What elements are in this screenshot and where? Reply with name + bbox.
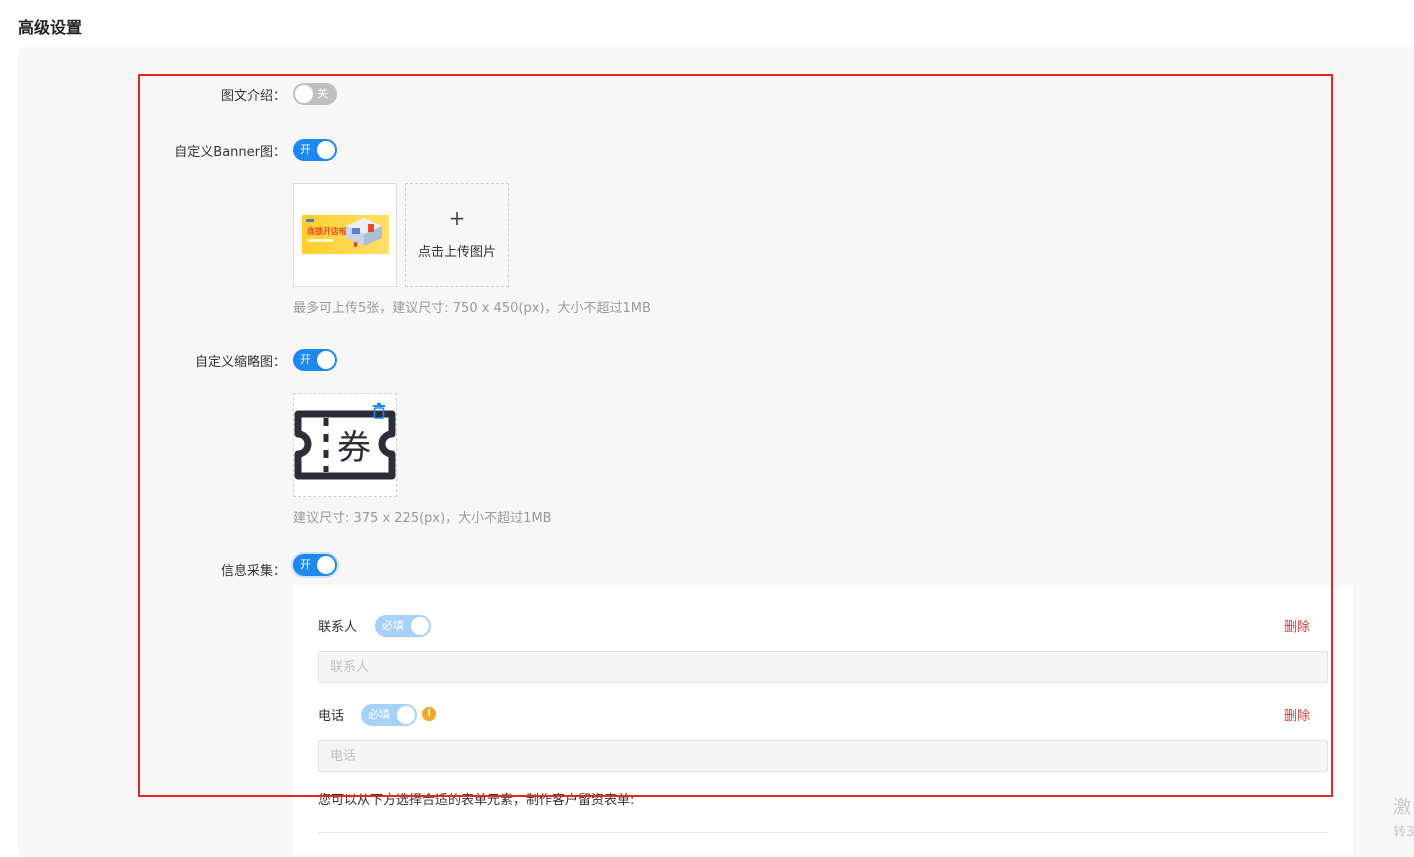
thumbnail-hint: 建议尺寸: 375 x 225(px)，大小不超过1MB: [293, 511, 552, 526]
banner-label: 自定义Banner图：: [174, 145, 286, 160]
toggle-text: 开: [300, 558, 311, 571]
intro-label: 图文介绍：: [220, 89, 286, 104]
banner-image-text: 连锁开店啦: [307, 226, 347, 236]
toggle-text: 关: [317, 87, 328, 100]
toggle-text: 开: [300, 353, 311, 366]
upload-text: 点击上传图片: [417, 245, 496, 260]
toggle-text: 必填: [382, 619, 404, 632]
divider: [318, 832, 1328, 833]
thumbnail-label: 自定义缩略图：: [194, 355, 286, 370]
side-text-1: 激: [1393, 797, 1411, 818]
banner-image: 连锁开店啦: [302, 215, 389, 254]
toggle-knob: [317, 141, 335, 159]
thumbnail-toggle[interactable]: 开: [293, 349, 337, 371]
delete-image-icon[interactable]: [372, 403, 386, 419]
toggle-knob: [317, 556, 335, 574]
contact-field-label: 联系人: [318, 620, 358, 635]
toggle-text: 开: [300, 143, 311, 156]
banner-toggle[interactable]: 开: [293, 139, 337, 161]
phone-required-toggle[interactable]: 必填: [361, 704, 417, 726]
contact-delete-link[interactable]: 删除: [1284, 616, 1310, 635]
side-text-2: 转3: [1393, 825, 1414, 840]
warning-icon[interactable]: !: [422, 707, 436, 721]
form-elements-hint: 您可以从下方选择合适的表单元素，制作客户留资表单:: [318, 793, 635, 808]
banner-image-thumbnail[interactable]: 连锁开店啦: [293, 183, 397, 287]
thumbnail-image-thumbnail[interactable]: 券: [293, 393, 397, 497]
toggle-knob: [411, 617, 429, 635]
contact-input[interactable]: [318, 651, 1328, 683]
coupon-glyph: 券: [337, 428, 371, 468]
toggle-knob: [317, 351, 335, 369]
contact-required-toggle[interactable]: 必填: [375, 615, 431, 637]
toggle-knob: [295, 85, 313, 103]
toggle-knob: [397, 706, 415, 724]
info-collect-toggle[interactable]: 开: [293, 554, 337, 576]
info-collect-label: 信息采集：: [220, 564, 286, 579]
phone-input[interactable]: [318, 740, 1328, 772]
plus-icon: +: [448, 206, 466, 230]
phone-field-label: 电话: [318, 709, 345, 724]
phone-delete-link[interactable]: 删除: [1284, 705, 1310, 724]
intro-toggle[interactable]: 关: [293, 83, 337, 105]
banner-hint: 最多可上传5张，建议尺寸: 750 x 450(px)，大小不超过1MB: [293, 301, 651, 316]
toggle-text: 必填: [368, 708, 390, 721]
info-collect-form-card: [293, 585, 1353, 855]
page-title: 高级设置: [18, 18, 83, 37]
banner-upload-button[interactable]: + 点击上传图片: [405, 183, 509, 287]
